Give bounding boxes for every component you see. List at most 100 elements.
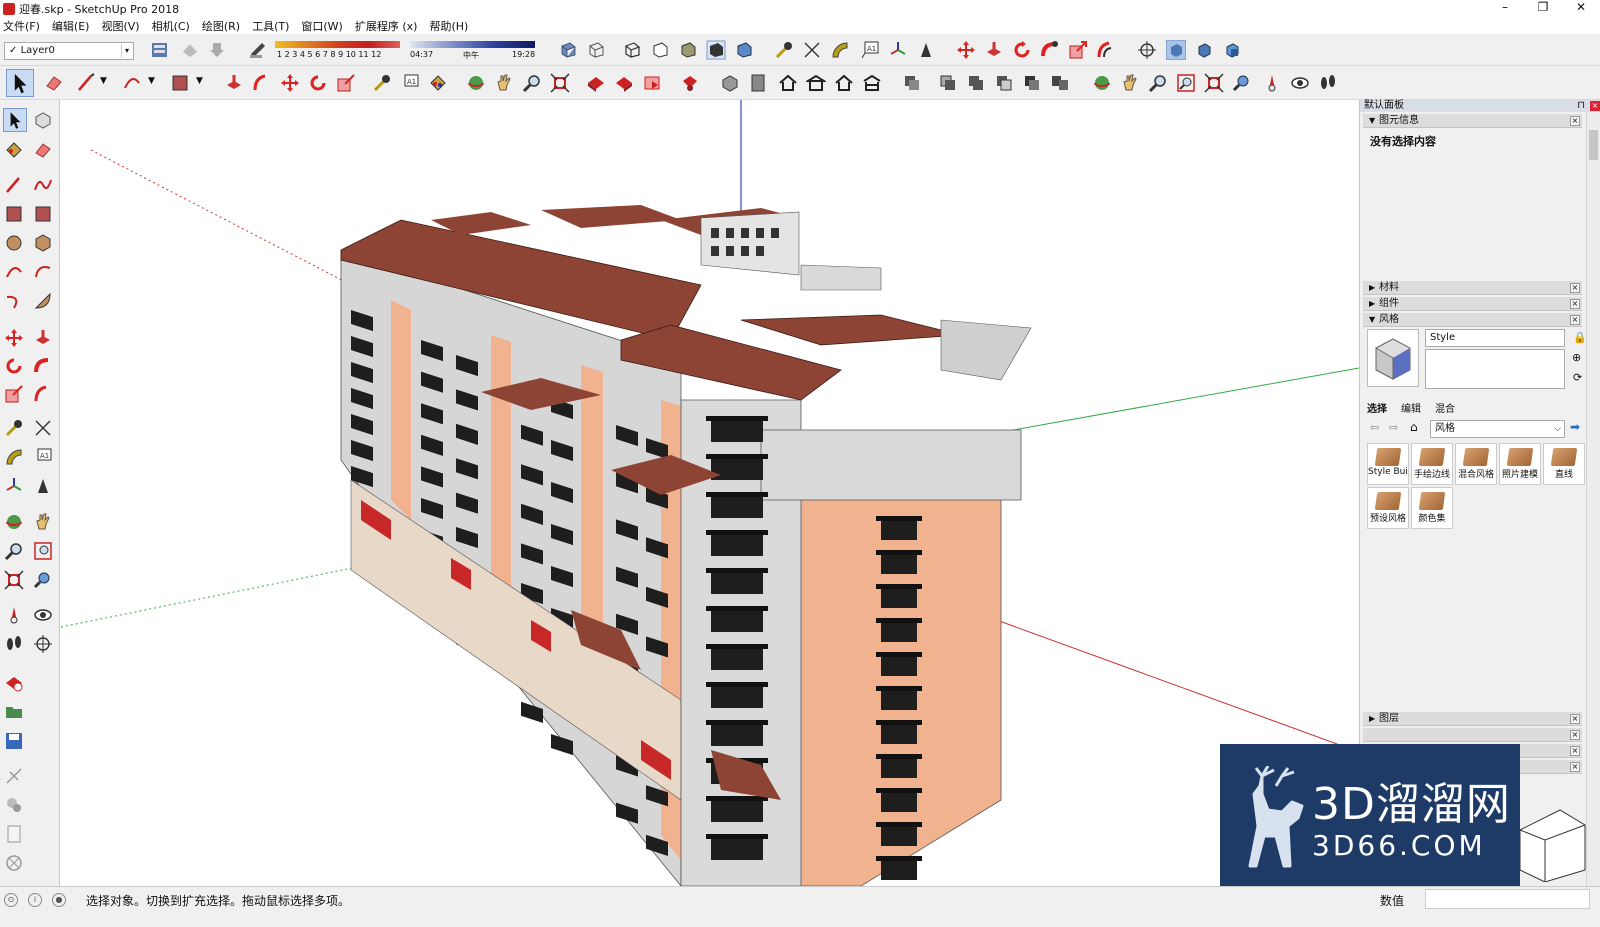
- model-viewport[interactable]: [61, 100, 1359, 886]
- shadow-time-slider[interactable]: [410, 41, 535, 48]
- tray-close-styles[interactable]: ×: [1570, 315, 1580, 325]
- xray-style-icon[interactable]: [558, 40, 578, 60]
- zoom-camera-icon[interactable]: [1148, 73, 1168, 93]
- tray-close-materials[interactable]: ×: [1570, 283, 1580, 293]
- building-model-scene[interactable]: [61, 100, 1359, 886]
- menu-camera[interactable]: 相机(C): [152, 18, 190, 34]
- zoom-extents-icon[interactable]: [550, 73, 570, 93]
- rectangle-tool-icon[interactable]: [170, 73, 190, 93]
- wireframe-style-icon[interactable]: [622, 40, 642, 60]
- follow-me-icon[interactable]: [1040, 40, 1060, 60]
- close-button[interactable]: ✕: [1562, 0, 1600, 17]
- previous-left-icon[interactable]: [33, 570, 53, 590]
- tray-close-components[interactable]: ×: [1570, 299, 1580, 309]
- update-style-icon[interactable]: ⟳: [1573, 371, 1582, 384]
- solid-trim-icon[interactable]: [1022, 73, 1042, 93]
- zoom-left-icon[interactable]: [4, 541, 24, 561]
- move-icon[interactable]: [280, 73, 300, 93]
- monochrome-style-icon[interactable]: [734, 40, 754, 60]
- three-point-arc-icon[interactable]: [4, 291, 24, 311]
- tray-close-layers[interactable]: ×: [1570, 714, 1580, 724]
- text-tool-icon[interactable]: A1: [860, 40, 880, 60]
- move-tool-icon-left[interactable]: [4, 328, 24, 348]
- position-camera-tool-icon[interactable]: [1262, 73, 1282, 93]
- share-model-icon[interactable]: [614, 73, 634, 93]
- tray-close-entity-info[interactable]: ×: [1570, 116, 1580, 126]
- shape-tool-chevron-icon[interactable]: ▼: [196, 76, 203, 86]
- shaded-textures-style-icon[interactable]: [706, 40, 726, 60]
- scale-icon[interactable]: [336, 73, 356, 93]
- rotate-tool-icon[interactable]: [1012, 40, 1032, 60]
- tray-styles[interactable]: ▼ 风格 ×: [1363, 313, 1582, 327]
- style-library-dropdown[interactable]: 风格 ⌵: [1430, 420, 1565, 438]
- view-front-icon[interactable]: [1222, 40, 1242, 60]
- pan-left-icon[interactable]: [33, 512, 53, 532]
- back-arrow-icon[interactable]: ⇦: [1370, 421, 1379, 434]
- eraser-tool-icon[interactable]: [33, 140, 53, 160]
- look-around-icon[interactable]: [1290, 73, 1310, 93]
- details-arrow-icon[interactable]: ➡: [1570, 420, 1580, 434]
- protractor-left-icon[interactable]: [4, 447, 24, 467]
- walk-icon[interactable]: [1318, 73, 1338, 93]
- solid-split-icon[interactable]: [1050, 73, 1070, 93]
- section-plane-icon[interactable]: [748, 73, 768, 93]
- layer-manager-icon[interactable]: [150, 40, 170, 60]
- dimension-left-icon[interactable]: [33, 418, 53, 438]
- tray-close-extra-1[interactable]: ×: [1570, 730, 1580, 740]
- section-tool-icon[interactable]: [4, 766, 24, 786]
- zoom-window-icon[interactable]: [1176, 73, 1196, 93]
- user-account-icon[interactable]: ●: [52, 893, 66, 907]
- solid-outer-shell-icon[interactable]: [902, 73, 922, 93]
- tray-components[interactable]: ▶ 组件 ×: [1363, 297, 1582, 311]
- house-right-icon[interactable]: [862, 73, 882, 93]
- walk-left-icon[interactable]: [4, 634, 24, 654]
- follow-me-left-icon[interactable]: [33, 356, 53, 376]
- rotated-rectangle-icon[interactable]: [33, 204, 53, 224]
- offset-tool-icon[interactable]: [1096, 40, 1116, 60]
- solid-intersect-icon[interactable]: [938, 73, 958, 93]
- tab-edit[interactable]: 编辑: [1401, 400, 1421, 415]
- offset-left-icon[interactable]: [33, 384, 53, 404]
- paint-bucket-icon[interactable]: [428, 73, 448, 93]
- previous-view-icon[interactable]: [1232, 73, 1252, 93]
- view-iso-icon[interactable]: [1166, 40, 1186, 60]
- warehouse-icon[interactable]: [586, 73, 606, 93]
- push-pull-tool-icon[interactable]: [224, 73, 244, 93]
- line-tool-chevron-icon[interactable]: ▼: [100, 76, 107, 86]
- tape-measure-icon[interactable]: [774, 40, 794, 60]
- tray-scrollbar[interactable]: [1586, 112, 1600, 886]
- pan-camera-icon[interactable]: [1120, 73, 1140, 93]
- style-description-field[interactable]: [1425, 349, 1565, 389]
- cancel-icon[interactable]: [4, 853, 24, 873]
- style-tile[interactable]: 预设风格: [1367, 487, 1409, 529]
- menu-view[interactable]: 视图(V): [101, 18, 139, 34]
- rectangle-icon[interactable]: [4, 204, 24, 224]
- line-icon[interactable]: [4, 175, 24, 195]
- extension-warehouse-icon[interactable]: [680, 73, 700, 93]
- document-icon[interactable]: [4, 824, 24, 844]
- credits-icon[interactable]: i: [28, 893, 42, 907]
- home-icon[interactable]: ⌂: [1410, 420, 1418, 434]
- warehouse-left-icon[interactable]: [4, 673, 24, 693]
- house-icon[interactable]: [778, 73, 798, 93]
- tray-layers[interactable]: ▶ 图层 ×: [1363, 712, 1582, 726]
- look-around-left-icon[interactable]: [33, 605, 53, 625]
- maximize-button[interactable]: ❐: [1524, 0, 1562, 17]
- measurements-input[interactable]: [1425, 889, 1590, 909]
- scrollbar-thumb[interactable]: [1589, 130, 1598, 160]
- pie-icon[interactable]: [33, 291, 53, 311]
- axes-tool-icon[interactable]: [888, 40, 908, 60]
- tab-mix[interactable]: 混合: [1435, 400, 1455, 415]
- freehand-icon[interactable]: [33, 175, 53, 195]
- layer-color-icon[interactable]: [180, 40, 200, 60]
- tray-close-extra-2[interactable]: ×: [1570, 746, 1580, 756]
- pan-icon[interactable]: [494, 73, 514, 93]
- solid-union-icon[interactable]: [966, 73, 986, 93]
- solid-subtract-icon[interactable]: [994, 73, 1014, 93]
- offset-icon[interactable]: [252, 73, 272, 93]
- scale-left-icon[interactable]: [4, 384, 24, 404]
- geo-location-icon[interactable]: ⊙: [4, 893, 18, 907]
- protractor-icon[interactable]: [830, 40, 850, 60]
- tray-extra-1[interactable]: ×: [1363, 728, 1582, 742]
- select-tool[interactable]: [3, 108, 27, 132]
